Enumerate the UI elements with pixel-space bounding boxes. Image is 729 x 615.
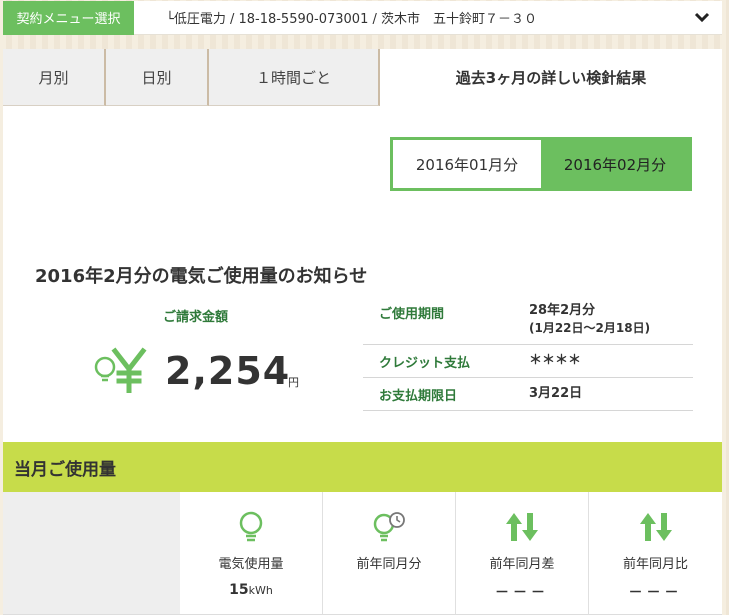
due-key: お支払期限日 [379, 388, 458, 404]
contract-selector[interactable]: 契約メニュー選択 └低圧電力 / 18-18-5590-073001 / 茨木市… [3, 0, 722, 35]
up-down-arrows-icon [505, 511, 539, 543]
usage-unit-power: kWh [248, 584, 273, 597]
usage-cell-diff: 前年同月差 －－－ [456, 492, 589, 615]
usage-label-diff: 前年同月差 [489, 557, 555, 572]
main-panel: 月別 日別 １時間ごと 過去3ヶ月の詳しい検針結果 2016年01月分 2016… [3, 49, 722, 615]
view-tabs: 月別 日別 １時間ごと 過去3ヶ月の詳しい検針結果 [3, 49, 722, 106]
usage-cell-ratio: 前年同月比 －－－ [589, 492, 722, 615]
month-toggle: 2016年01月分 2016年02月分 [390, 137, 692, 191]
bulb-clock-icon [372, 511, 406, 543]
due-value: 3月22日 [529, 386, 583, 401]
period-value-group: 28年2月分 (1月22日～2月18日) [529, 303, 650, 344]
period-value: 28年2月分 [529, 303, 596, 318]
billing-info-table: ご使用期間 28年2月分 (1月22日～2月18日) クレジット支払 ＊＊＊＊ … [363, 295, 693, 411]
usage-section-title: 当月ご使用量 [3, 442, 722, 492]
amount-unit: 円 [288, 376, 299, 389]
payment-value: ＊＊＊＊ [529, 353, 582, 368]
month-option-feb[interactable]: 2016年02月分 [541, 140, 689, 188]
info-row-due: お支払期限日 3月22日 [363, 378, 693, 411]
month-option-jan[interactable]: 2016年01月分 [393, 140, 541, 188]
tab-hourly[interactable]: １時間ごと [209, 49, 380, 106]
tab-daily[interactable]: 日別 [106, 49, 209, 106]
usage-value-ratio: －－－ [628, 585, 683, 601]
billing-amount: 2,254 [165, 349, 291, 393]
tab-monthly[interactable]: 月別 [3, 49, 106, 106]
period-range: (1月22日～2月18日) [529, 321, 651, 335]
usage-cell-prev-year: 前年同月分 [323, 492, 456, 615]
up-down-arrows-icon [639, 511, 673, 543]
info-row-period: ご使用期間 28年2月分 (1月22日～2月18日) [363, 295, 693, 345]
bulb-icon [238, 511, 264, 543]
usage-label-power: 電気使用量 [218, 557, 284, 572]
usage-cells: 電気使用量 15kWh 前年同月分 前年同月差 －－－ 前年同月比 －－－ [3, 492, 722, 615]
usage-value-diff: －－－ [495, 585, 549, 601]
notice-title: 2016年2月分の電気ご使用量のお知らせ [35, 266, 368, 287]
bulb-yen-icon [93, 345, 151, 394]
billing-label: ご請求金額 [163, 310, 229, 325]
chevron-down-icon[interactable] [682, 1, 722, 35]
tab-past-3-months[interactable]: 過去3ヶ月の詳しい検針結果 [380, 49, 722, 106]
usage-blank-cell [3, 492, 180, 615]
contract-menu-label: 契約メニュー選択 [3, 0, 134, 35]
usage-label-ratio: 前年同月比 [622, 557, 688, 572]
period-key: ご使用期間 [379, 307, 445, 322]
info-row-payment: クレジット支払 ＊＊＊＊ [363, 345, 693, 378]
payment-key: クレジット支払 [379, 355, 471, 371]
contract-info: └低圧電力 / 18-18-5590-073001 / 茨木市 五十鈴町７－３０ [166, 12, 537, 27]
usage-value-power: 15kWh [229, 582, 273, 598]
usage-label-prev-year: 前年同月分 [356, 557, 422, 572]
usage-cell-power: 電気使用量 15kWh [180, 492, 323, 615]
